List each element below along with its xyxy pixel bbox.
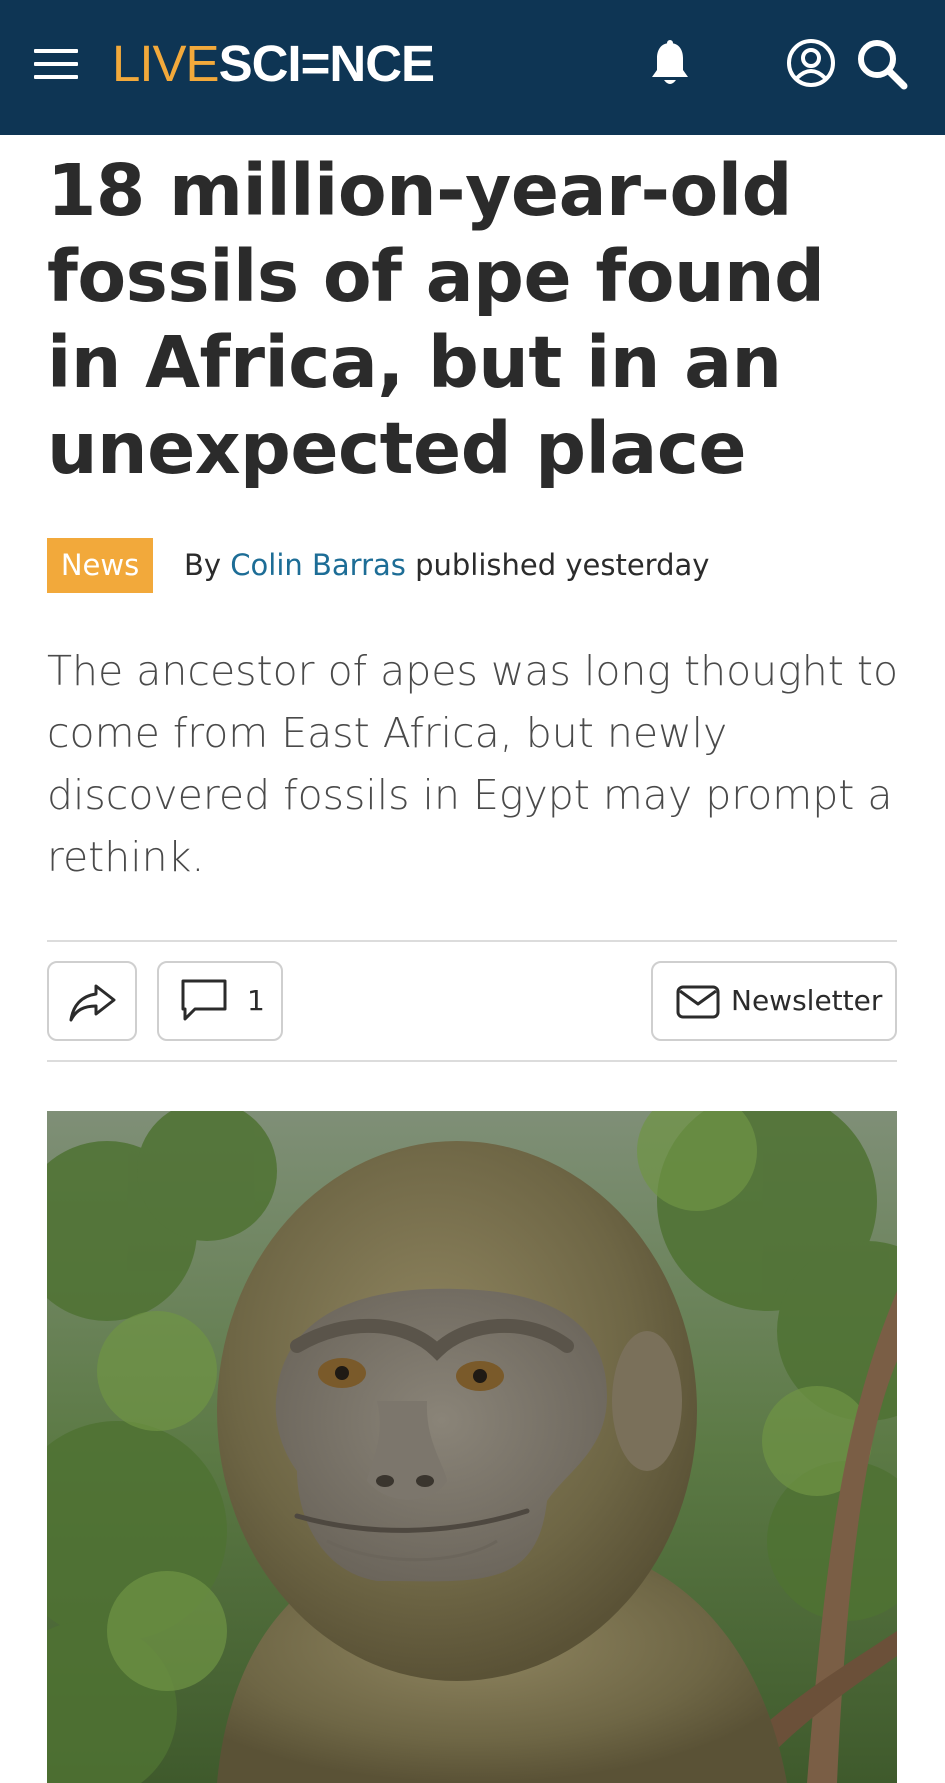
byline: By Colin Barras published yesterday: [184, 545, 709, 585]
site-logo[interactable]: LIVESCI=NCE: [112, 35, 435, 92]
logo-live: LIVE: [112, 35, 220, 92]
site-header: LIVESCI=NCE: [0, 0, 945, 135]
comments-button[interactable]: 1: [157, 961, 283, 1041]
article-headline: 18 million-year-old fossils of ape found…: [47, 149, 825, 490]
hero-image[interactable]: [47, 1111, 897, 1783]
category-badge[interactable]: News: [47, 538, 153, 593]
envelope-icon: [676, 985, 720, 1019]
logo-science: SCI=NCE: [218, 35, 435, 92]
search-icon[interactable]: [856, 38, 908, 90]
bell-icon[interactable]: [648, 40, 692, 88]
comment-icon: [181, 979, 227, 1021]
comment-count: 1: [247, 984, 265, 1017]
byline-prefix: By: [184, 548, 222, 582]
divider-bottom: [47, 1060, 897, 1062]
article-standfirst: The ancestor of apes was long thought to…: [47, 647, 899, 881]
newsletter-button[interactable]: Newsletter: [651, 961, 897, 1041]
author-link[interactable]: Colin Barras: [230, 548, 406, 582]
share-arrow-icon: [69, 984, 116, 1022]
ape-illustration: [47, 1111, 897, 1783]
share-button[interactable]: [47, 961, 137, 1041]
menu-icon[interactable]: [34, 49, 78, 79]
divider-top: [47, 940, 897, 942]
published-date: published yesterday: [415, 548, 710, 582]
account-icon[interactable]: [786, 38, 836, 88]
newsletter-label: Newsletter: [731, 984, 883, 1017]
